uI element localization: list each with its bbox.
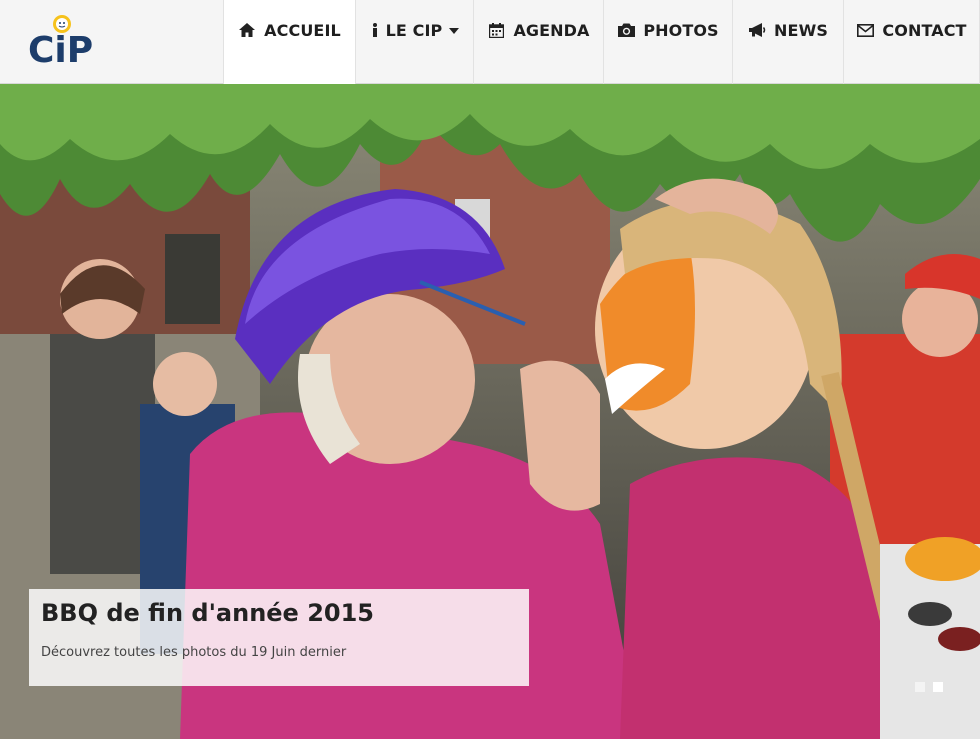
nav-label-contact: CONTACT: [882, 21, 967, 40]
info-icon: [370, 21, 380, 39]
bullhorn-icon: [748, 21, 766, 39]
hero-slider[interactable]: BBQ de fin d'année 2015 Découvrez toutes…: [0, 84, 980, 739]
nav-item-news[interactable]: NEWS: [732, 0, 843, 84]
slider-dot-1[interactable]: [915, 682, 925, 692]
main-nav: ACCUEIL LE CIP AGENDA PHOTOS NEWS CONTAC…: [223, 0, 980, 84]
nav-label-agenda: AGENDA: [513, 21, 590, 40]
nav-item-agenda[interactable]: AGENDA: [473, 0, 603, 84]
home-icon: [238, 21, 256, 39]
nav-label-photos: PHOTOS: [643, 21, 719, 40]
caption-title: BBQ de fin d'année 2015: [41, 599, 374, 627]
caption-text: Découvrez toutes les photos du 19 Juin d…: [41, 645, 347, 660]
nav-item-contact[interactable]: CONTACT: [843, 0, 980, 84]
cip-logo[interactable]: CiP: [28, 14, 108, 71]
nav-item-le-cip[interactable]: LE CIP: [355, 0, 473, 84]
nav-item-accueil[interactable]: ACCUEIL: [223, 0, 355, 84]
top-navbar: CiP ACCUEIL LE CIP AGENDA PHOTOS NEWS CO…: [0, 0, 980, 84]
chevron-down-icon: [449, 28, 460, 34]
cip-logo-graphic: CiP: [28, 15, 93, 71]
camera-icon: [617, 21, 635, 39]
logo-text: CiP: [28, 30, 93, 68]
slider-indicators: [915, 682, 943, 692]
nav-item-photos[interactable]: PHOTOS: [603, 0, 732, 84]
slide-caption[interactable]: BBQ de fin d'année 2015 Découvrez toutes…: [29, 589, 529, 686]
nav-label-le-cip: LE CIP: [385, 21, 443, 40]
nav-label-news: NEWS: [774, 21, 828, 40]
slider-dot-2[interactable]: [933, 682, 943, 692]
envelope-icon: [856, 21, 874, 39]
calendar-icon: [487, 21, 505, 39]
nav-label-accueil: ACCUEIL: [264, 21, 341, 40]
